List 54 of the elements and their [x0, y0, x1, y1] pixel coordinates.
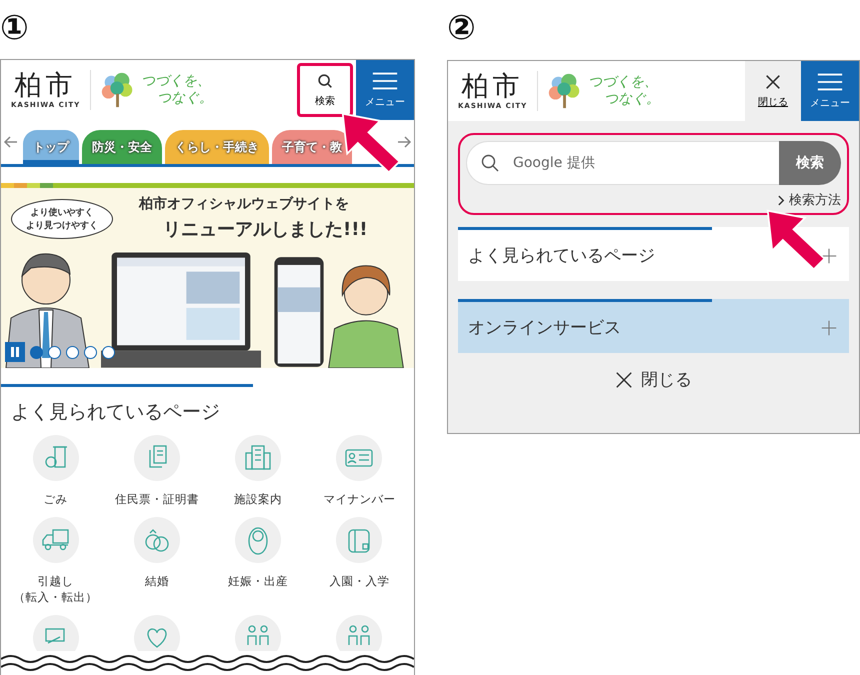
slide-dot[interactable]	[84, 346, 97, 359]
step-number: ②	[447, 7, 476, 50]
menu-icon	[816, 72, 844, 92]
search-field[interactable]: Google 提供	[466, 141, 779, 185]
close-icon	[615, 370, 633, 388]
trash-can-icon[interactable]	[32, 435, 79, 482]
pause-button[interactable]	[5, 342, 25, 362]
people-icon[interactable]	[235, 615, 282, 651]
pause-icon	[10, 346, 20, 358]
step-number: ①	[0, 7, 29, 50]
menu-icon	[371, 71, 399, 92]
page-link[interactable]: 入園・入学	[329, 573, 390, 590]
heart-icon[interactable]	[134, 615, 180, 651]
logo-text: 柏市	[14, 71, 77, 102]
scroll-right-icon[interactable]	[396, 134, 412, 150]
banner[interactable]: より使いやすく より見つけやすく 柏市オフィシャルウェブサイトを リニューアルしました!!!	[1, 183, 414, 368]
close-button[interactable]: 閉じる	[745, 61, 801, 121]
page-link[interactable]: 住民票・証明書	[114, 491, 199, 508]
page-link[interactable]: ごみ	[44, 491, 68, 508]
chevron-right-icon	[778, 194, 785, 206]
slide-dot[interactable]	[102, 346, 115, 359]
slogan: つづくを、 つなぐ。	[141, 72, 214, 108]
people-icon[interactable]	[336, 615, 382, 651]
plus-icon	[821, 248, 837, 264]
scroll-left-icon[interactable]	[3, 134, 19, 150]
banner-headline: 柏市オフィシャルウェブサイトを	[139, 195, 349, 214]
search-help-link[interactable]: 検索方法	[778, 191, 841, 209]
slogan: つづくを、 つなぐ。	[588, 73, 660, 109]
truck-icon[interactable]	[32, 517, 79, 564]
rings-icon[interactable]	[134, 517, 180, 564]
plus-icon	[821, 320, 837, 336]
baby-icon[interactable]	[235, 517, 282, 564]
section-heading: よく見られているページ	[10, 400, 221, 426]
accordion-header[interactable]: よく見られているページ	[458, 227, 849, 281]
page-link[interactable]: 施設案内	[234, 491, 282, 508]
page-link[interactable]: マイナンバー	[323, 491, 396, 508]
search-icon	[316, 72, 334, 90]
page-link[interactable]: 引越し （転入・転出）	[14, 573, 98, 606]
search-button[interactable]: 検索	[779, 141, 841, 185]
page-link[interactable]: 妊娠・出産	[228, 573, 288, 590]
logo-text: 柏市	[462, 72, 524, 102]
banner-headline: リニューアルしました!!!	[163, 218, 368, 242]
accordion-header[interactable]: オンラインサービス	[458, 299, 849, 353]
close-icon	[764, 73, 782, 91]
speech-bubble: より使いやすく より見つけやすく	[11, 199, 113, 240]
menu-button[interactable]: メニュー	[356, 60, 414, 120]
page-link[interactable]: 結婚	[144, 573, 169, 590]
close-button[interactable]: 閉じる	[609, 367, 698, 392]
search-icon	[480, 153, 500, 173]
building-icon[interactable]	[235, 435, 282, 482]
id-card-icon[interactable]	[336, 435, 382, 482]
menu-button[interactable]: メニュー	[801, 61, 859, 121]
document-icon[interactable]	[134, 435, 180, 482]
backpack-icon[interactable]	[336, 517, 382, 564]
